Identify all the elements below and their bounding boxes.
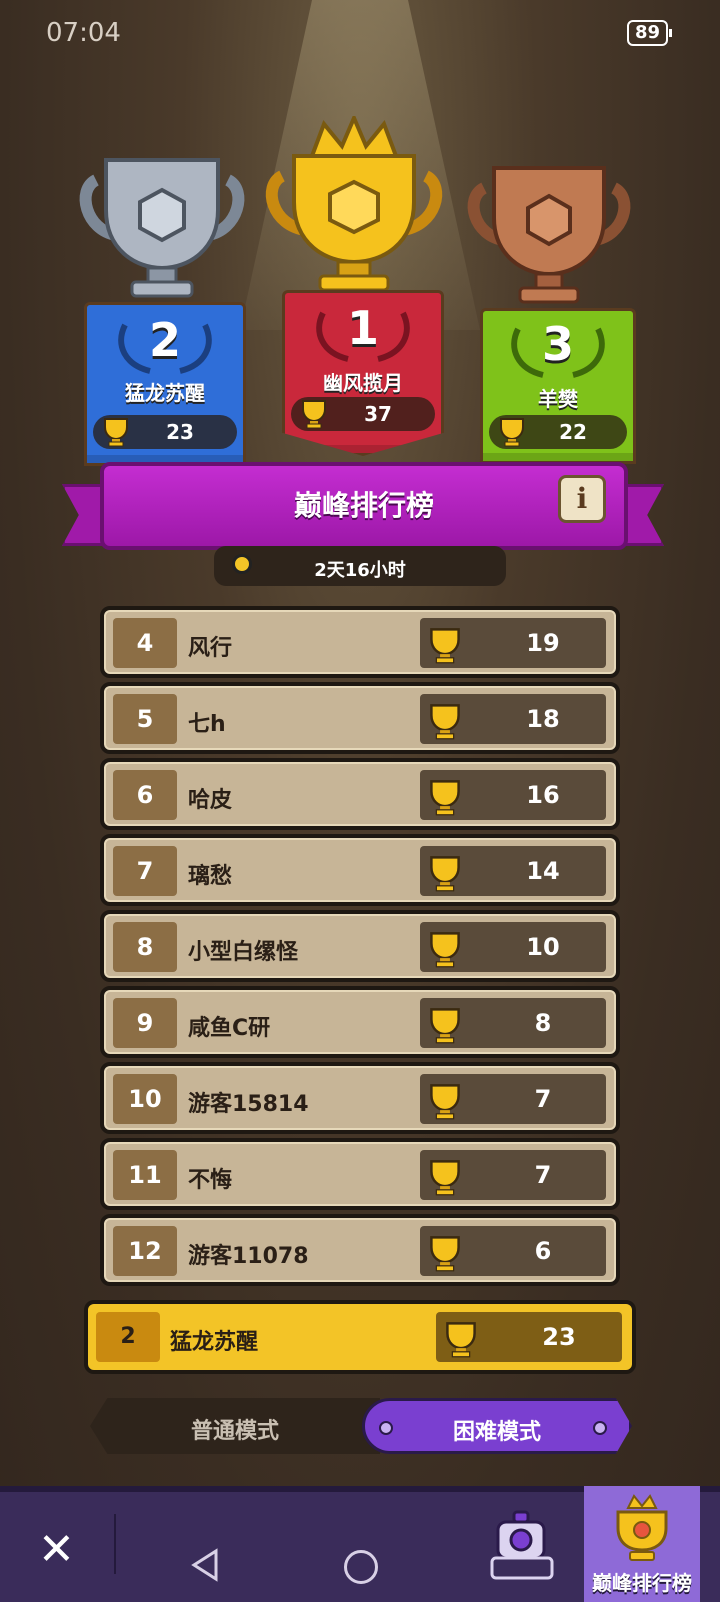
table-row[interactable]: 5 七h 18 [100,682,620,754]
row-name: 不悔 [188,1168,233,1193]
mode-normal-tab[interactable]: 普通模式 [90,1398,380,1454]
trophy-icon [430,1084,460,1120]
bronze-trophy-icon [467,166,631,304]
trophy-icon [302,400,326,429]
battery-indicator: 89 [626,20,673,46]
trophy-icon [430,780,460,816]
tab-leaderboard[interactable]: 巅峰排行榜 [584,1486,700,1602]
podium-score: 37 [291,397,435,431]
row-rank: 5 [113,694,177,744]
row-score: 18 [420,694,606,744]
row-score: 14 [420,846,606,896]
table-row[interactable]: 12 游客11078 6 [100,1214,620,1286]
trophy-icon [430,1160,460,1196]
row-name: 七h [188,712,226,737]
podium-first[interactable]: 1 幽风揽月 37 [282,290,444,456]
row-rank: 6 [113,770,177,820]
gold-trophy-icon [265,116,443,292]
nav-divider [114,1514,116,1574]
trophy-icon [500,418,524,447]
my-rank-row[interactable]: 2 猛龙苏醒 23 [84,1300,636,1374]
home-icon[interactable] [344,1550,378,1584]
page-title: 巅峰排行榜 [293,489,434,522]
row-score: 16 [420,770,606,820]
table-row[interactable]: 4 风行 19 [100,606,620,678]
countdown-timer: 2天16小时 [214,546,506,586]
my-rank: 2 [96,1312,160,1362]
row-score: 7 [420,1074,606,1124]
table-row[interactable]: 9 咸鱼C研 8 [100,986,620,1058]
row-rank: 9 [113,998,177,1048]
row-name: 哈皮 [188,788,233,813]
row-score: 8 [420,998,606,1048]
trophy-icon [430,1008,460,1044]
podium-name: 猛龙苏醒 [125,381,205,405]
trophy-icon [430,1236,460,1272]
table-row[interactable]: 8 小型白缧怪 10 [100,910,620,982]
table-row[interactable]: 6 哈皮 16 [100,758,620,830]
silver-trophy-icon [79,158,245,298]
row-name: 小型白缧怪 [188,940,299,965]
row-rank: 10 [113,1074,177,1124]
row-score: 7 [420,1150,606,1200]
row-name: 咸鱼C研 [188,1016,271,1041]
trophy-icon [446,1322,476,1358]
trophy-icon [430,932,460,968]
row-rank: 8 [113,922,177,972]
podium-name: 羊樊 [538,387,578,411]
row-name: 游客11078 [188,1244,309,1269]
row-score: 6 [420,1226,606,1276]
row-score: 10 [420,922,606,972]
close-icon[interactable]: ✕ [38,1524,75,1575]
podium-third[interactable]: 3 羊樊 22 [480,308,636,464]
trophy-icon [104,418,128,447]
back-icon[interactable] [190,1548,220,1582]
mode-hard-tab[interactable]: 困难模式 [362,1398,632,1454]
podium-name: 幽风揽月 [323,371,403,395]
gold-trophy-icon [616,1494,668,1561]
row-rank: 11 [113,1150,177,1200]
my-score: 23 [436,1312,622,1362]
trophy-icon [430,704,460,740]
row-score: 19 [420,618,606,668]
podium-rank: 1 [346,301,379,355]
info-button[interactable]: i [558,475,606,523]
tab-leaderboard-label: 巅峰排行榜 [592,1571,692,1595]
table-row[interactable]: 11 不悔 7 [100,1138,620,1210]
table-row[interactable]: 7 璃愁 14 [100,834,620,906]
row-rank: 12 [113,1226,177,1276]
podium-score: 23 [93,415,237,449]
trophy-icon [430,628,460,664]
podium-score: 22 [489,415,627,449]
row-rank: 4 [113,618,177,668]
row-name: 璃愁 [188,864,233,889]
trophy-icon [430,856,460,892]
leaderboard-list[interactable]: 4 风行 19 5 七h 18 6 哈皮 16 7 璃愁 14 8 小型白缧怪 [100,606,620,1290]
my-name: 猛龙苏醒 [170,1330,259,1355]
dot-icon [593,1421,607,1435]
leaderboard-title-banner: 巅峰排行榜 i [100,462,628,550]
table-row[interactable]: 10 游客15814 7 [100,1062,620,1134]
podium-rank: 2 [148,313,181,367]
status-time: 07:04 [46,18,121,48]
podium-rank: 3 [541,317,574,371]
row-name: 游客15814 [188,1092,309,1117]
row-name: 风行 [188,636,233,661]
row-rank: 7 [113,846,177,896]
podium-second[interactable]: 2 猛龙苏醒 23 [84,302,246,466]
camera-mascot-icon[interactable] [484,1504,564,1584]
